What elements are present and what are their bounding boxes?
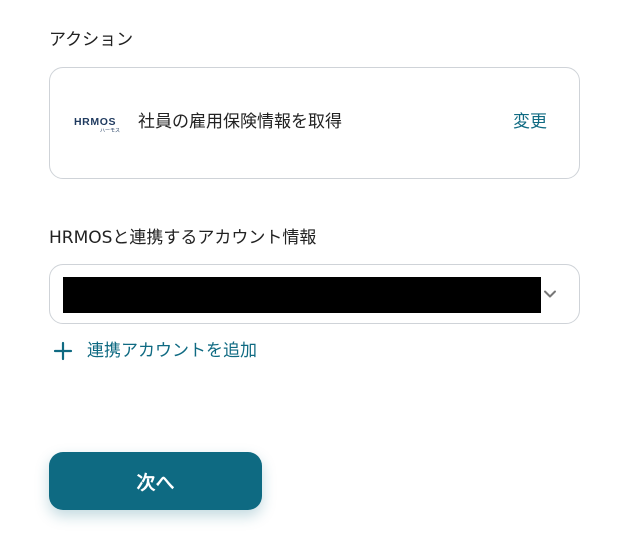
plus-icon <box>53 341 73 361</box>
logo-text: HRMOS <box>74 116 117 128</box>
action-card: HRMOS ハーモス 社員の雇用保険情報を取得 変更 <box>49 67 580 179</box>
add-account-label: 連携アカウントを追加 <box>87 340 257 361</box>
logo-subtitle: ハーモス <box>99 128 120 134</box>
action-section-label: アクション <box>49 30 134 50</box>
account-section-label: HRMOSと連携するアカウント情報 <box>49 228 317 248</box>
add-account-link[interactable]: 連携アカウントを追加 <box>53 340 257 362</box>
hrmos-logo: HRMOS ハーモス <box>74 117 122 135</box>
account-select[interactable] <box>49 264 580 324</box>
redacted-account-value <box>63 277 541 313</box>
chevron-down-icon[interactable] <box>543 287 557 301</box>
next-button[interactable]: 次へ <box>49 452 262 510</box>
change-action-link[interactable]: 変更 <box>513 114 547 131</box>
action-title: 社員の雇用保険情報を取得 <box>138 112 342 132</box>
